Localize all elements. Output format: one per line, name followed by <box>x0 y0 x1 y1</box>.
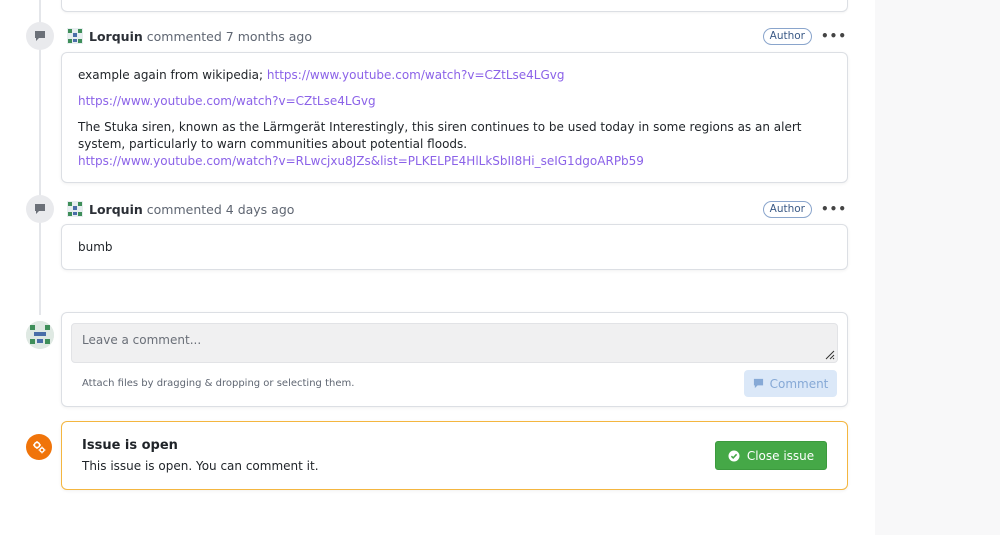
comment-author[interactable]: Lorquin <box>89 202 143 217</box>
comment-text: example again from wikipedia; <box>78 68 267 82</box>
issue-status-title: Issue is open <box>82 438 178 453</box>
more-icon[interactable]: ••• <box>821 28 846 44</box>
resize-grip-icon[interactable] <box>823 348 835 360</box>
comment-action: commented <box>146 28 222 44</box>
avatar[interactable] <box>26 321 54 349</box>
comment-author[interactable]: Lorquin <box>89 29 143 44</box>
comment-action: commented <box>146 201 222 217</box>
close-issue-button[interactable]: Close issue <box>715 441 827 470</box>
comment-textarea[interactable]: Leave a comment... <box>71 323 838 363</box>
author-badge: Author <box>762 200 812 218</box>
comment-paragraph: The Stuka siren, known as the Lärmgerät … <box>78 120 802 151</box>
comment-line: https://www.youtube.com/watch?v=RLwcjxu8… <box>78 153 831 170</box>
comment-time[interactable]: 7 months ago <box>226 29 312 44</box>
comment-time[interactable]: 4 days ago <box>226 202 295 217</box>
comment-link[interactable]: https://www.youtube.com/watch?v=RLwcjxu8… <box>78 154 644 168</box>
comment-line: https://www.youtube.com/watch?v=CZtLse4L… <box>78 93 831 110</box>
comment-line: example again from wikipedia; https://ww… <box>78 67 831 84</box>
comment-header: Lorquin commented 4 days ago Author ••• <box>67 199 846 219</box>
comment-submit-button[interactable]: Comment <box>744 370 837 397</box>
comment-placeholder: Leave a comment... <box>82 333 202 347</box>
author-badge: Author <box>762 27 812 45</box>
issue-status-card: Issue is open This issue is open. You ca… <box>61 421 848 490</box>
gear-icon <box>33 441 46 454</box>
more-icon[interactable]: ••• <box>821 201 846 217</box>
previous-comment-card <box>61 0 848 12</box>
comment-submit-label: Comment <box>769 376 829 391</box>
comment-text: bumb <box>78 240 113 254</box>
avatar-icon[interactable] <box>67 28 83 44</box>
comment-badge <box>26 195 54 223</box>
issue-status-badge <box>26 434 52 460</box>
comment-link[interactable]: https://www.youtube.com/watch?v=CZtLse4L… <box>267 68 565 82</box>
check-circle-icon <box>728 450 740 461</box>
right-sidebar-panel <box>875 0 1000 535</box>
comment-composer: Leave a comment... Attach files by dragg… <box>61 312 848 407</box>
comment-header: Lorquin commented 7 months ago Author ••… <box>67 26 846 46</box>
comment-body: bumb <box>61 224 848 270</box>
attach-hint: Attach files by dragging & dropping or s… <box>82 378 355 389</box>
comment-icon <box>35 31 45 41</box>
avatar-icon <box>26 321 54 349</box>
comment-link[interactable]: https://www.youtube.com/watch?v=CZtLse4L… <box>78 94 376 108</box>
avatar-icon[interactable] <box>67 201 83 217</box>
close-issue-label: Close issue <box>746 448 815 463</box>
comment-icon <box>753 378 763 389</box>
comment-icon <box>35 204 45 214</box>
issue-status-description: This issue is open. You can comment it. <box>82 459 319 473</box>
comment-badge <box>26 22 54 50</box>
comment-body: example again from wikipedia; https://ww… <box>61 52 848 183</box>
